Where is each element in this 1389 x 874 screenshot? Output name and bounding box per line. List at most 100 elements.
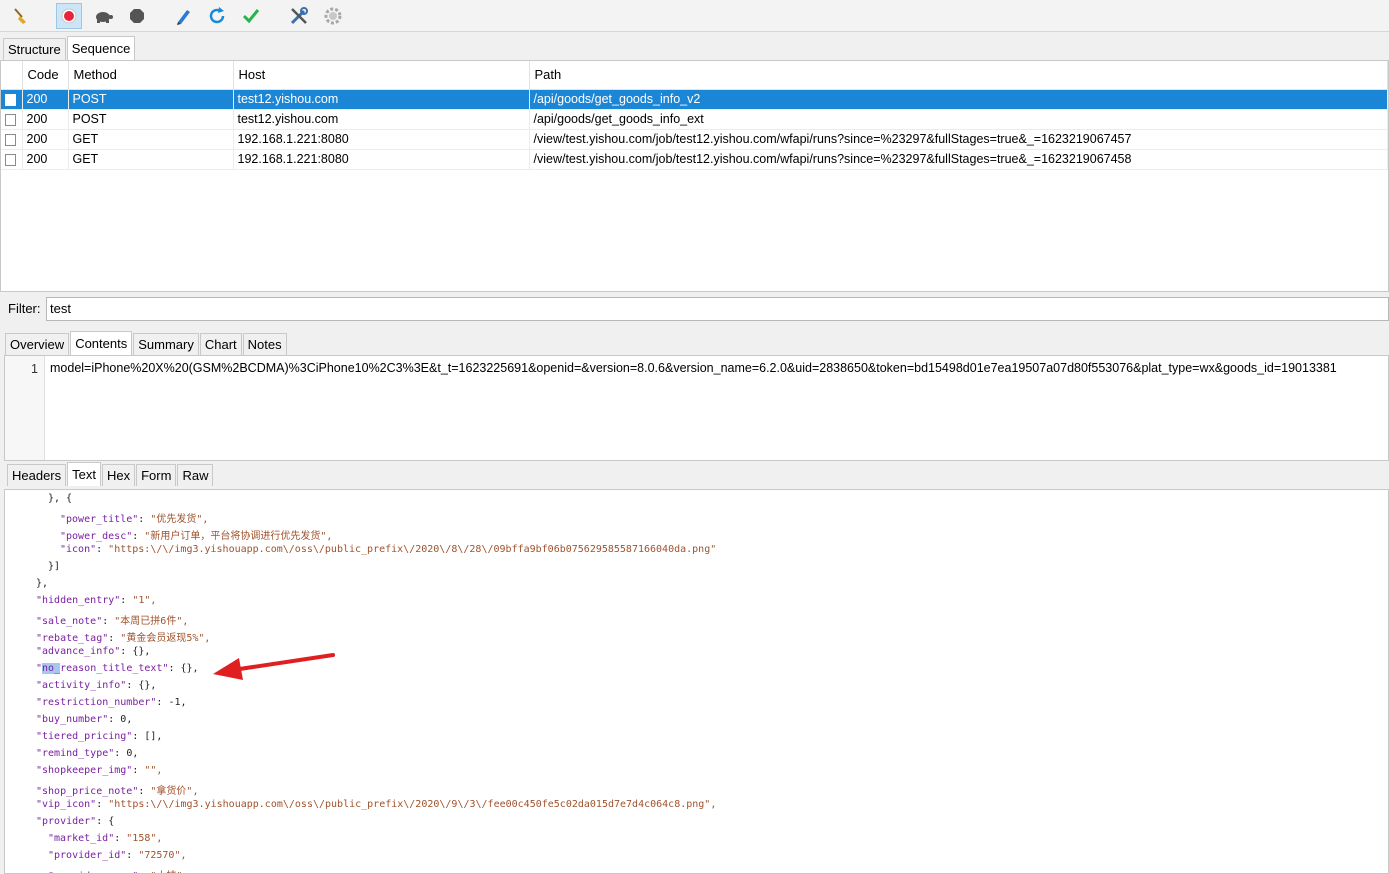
json-key: "market_id" [48, 833, 115, 844]
tab-raw[interactable]: Raw [177, 464, 214, 486]
column-header-icon[interactable] [1, 61, 23, 90]
json-line: "provider_id": "72570", [48, 850, 187, 861]
json-value: {}, [138, 680, 157, 691]
refresh-icon[interactable] [204, 3, 230, 29]
filter-bar: Filter: test [0, 294, 1389, 324]
column-header-path[interactable]: Path [529, 61, 1388, 90]
settings-gear-icon[interactable] [320, 3, 346, 29]
host-cell: 192.168.1.221:8080 [233, 149, 530, 170]
json-value: {}, [132, 646, 151, 657]
column-header-host[interactable]: Host [233, 61, 530, 90]
json-key: "activity_info" [36, 680, 127, 691]
view-tabs: Structure Sequence [3, 36, 136, 60]
json-line: "power_desc": "新用户订单，平台将协调进行优先发货", [60, 531, 333, 542]
annotation-arrow-icon [213, 653, 335, 680]
json-key: "power_title" [60, 514, 139, 525]
request-file-icon [5, 153, 16, 166]
json-value: "https:\/\/img3.yishouapp.com\/oss\/publ… [108, 544, 717, 555]
json-key: "tiered_pricing" [36, 731, 133, 742]
json-line: "no_reason_title_text": {}, [36, 663, 199, 674]
broom-icon[interactable] [8, 3, 34, 29]
record-icon[interactable] [56, 3, 82, 29]
stop-hexagon-icon[interactable] [124, 3, 150, 29]
json-line: "vip_icon": "https:\/\/img3.yishouapp.co… [36, 799, 717, 810]
tools-icon[interactable] [286, 3, 312, 29]
method-cell: POST [68, 109, 234, 130]
json-line: "advance_info": {}, [36, 646, 151, 657]
tab-chart[interactable]: Chart [199, 333, 242, 355]
json-value: 0, [126, 748, 139, 759]
json-line: "rebate_tag": "黄金会员返现5%", [36, 633, 211, 644]
path-cell: /view/test.yishou.com/job/test12.yishou.… [529, 149, 1388, 170]
json-line: "shopkeeper_img": "", [36, 765, 163, 776]
json-key: "sale_note" [36, 616, 103, 627]
host-cell: test12.yishou.com [233, 89, 530, 110]
request-body-text[interactable]: model=iPhone%20X%20(GSM%2BCDMA)%3CiPhone… [50, 361, 1337, 375]
json-value: "158", [126, 833, 163, 844]
json-value: "优先发货", [150, 514, 209, 525]
json-key: "provider" [36, 816, 97, 827]
tab-structure[interactable]: Structure [3, 38, 66, 60]
table-row[interactable]: 200 GET 192.168.1.221:8080 /view/test.yi… [1, 129, 1388, 150]
tab-form[interactable]: Form [136, 464, 177, 486]
tab-contents[interactable]: Contents [70, 331, 133, 355]
request-file-icon [5, 113, 16, 126]
code-cell: 200 [22, 149, 69, 170]
json-line: "hidden_entry": "1", [36, 595, 157, 606]
tab-headers[interactable]: Headers [7, 464, 67, 486]
json-line: "restriction_number": -1, [36, 697, 187, 708]
json-line: }] [48, 561, 60, 572]
json-line: "buy_number": 0, [36, 714, 133, 725]
column-header-code[interactable]: Code [22, 61, 69, 90]
json-value: 0, [120, 714, 133, 725]
request-file-icon [5, 133, 16, 146]
pen-icon[interactable] [170, 3, 196, 29]
json-line: }, { [48, 493, 72, 504]
tab-sequence[interactable]: Sequence [66, 36, 136, 60]
tab-hex[interactable]: Hex [101, 464, 136, 486]
response-tabs: Headers Text Hex Form Raw [7, 462, 214, 486]
json-key: "shop_price_note" [36, 786, 139, 797]
filter-input[interactable]: test [46, 297, 1389, 321]
json-punctuation: }, { [48, 493, 73, 504]
json-line: "tiered_pricing": [], [36, 731, 163, 742]
json-value: "大桔", [150, 871, 188, 873]
turtle-icon[interactable] [90, 3, 116, 29]
json-value: "1", [132, 595, 157, 606]
json-key: "provider_id" [48, 850, 127, 861]
line-number: 1 [31, 362, 38, 376]
check-icon[interactable] [238, 3, 264, 29]
request-table: Code Method Host Path 200 POST test12.yi… [1, 61, 1388, 170]
tab-text[interactable]: Text [67, 462, 101, 486]
json-value: "黄金会员返现5%", [120, 633, 211, 644]
json-value: { [108, 816, 115, 827]
table-row[interactable]: 200 POST test12.yishou.com /api/goods/ge… [1, 89, 1388, 110]
json-line: "provider": { [36, 816, 115, 827]
table-row[interactable]: 200 POST test12.yishou.com /api/goods/ge… [1, 109, 1388, 130]
method-cell: POST [68, 89, 234, 110]
json-punctuation: }] [48, 561, 61, 572]
tab-summary[interactable]: Summary [133, 333, 199, 355]
json-key: "restriction_number" [36, 697, 157, 708]
column-header-method[interactable]: Method [68, 61, 234, 90]
json-line: "sale_note": "本周已拼6件", [36, 616, 189, 627]
request-body-panel: 1 model=iPhone%20X%20(GSM%2BCDMA)%3CiPho… [4, 355, 1389, 461]
json-key: "remind_type" [36, 748, 115, 759]
json-value: [], [144, 731, 163, 742]
json-key: "advance_info" [36, 646, 121, 657]
json-key: "provider_name" [48, 871, 138, 873]
code-cell: 200 [22, 129, 69, 150]
json-value: "", [144, 765, 163, 776]
json-line: "market_id": "158", [48, 833, 163, 844]
method-cell: GET [68, 149, 234, 170]
tab-notes[interactable]: Notes [242, 333, 287, 355]
json-key: "no_reason_title_text" [36, 663, 169, 674]
path-cell: /api/goods/get_goods_info_ext [529, 109, 1388, 130]
tab-overview[interactable]: Overview [5, 333, 70, 355]
request-file-icon [5, 93, 16, 106]
path-cell: /view/test.yishou.com/job/test12.yishou.… [529, 129, 1388, 150]
json-value: "本周已拼6件", [114, 616, 189, 627]
table-row[interactable]: 200 GET 192.168.1.221:8080 /view/test.yi… [1, 149, 1388, 170]
json-line: "power_title": "优先发货", [60, 514, 209, 525]
method-cell: GET [68, 129, 234, 150]
